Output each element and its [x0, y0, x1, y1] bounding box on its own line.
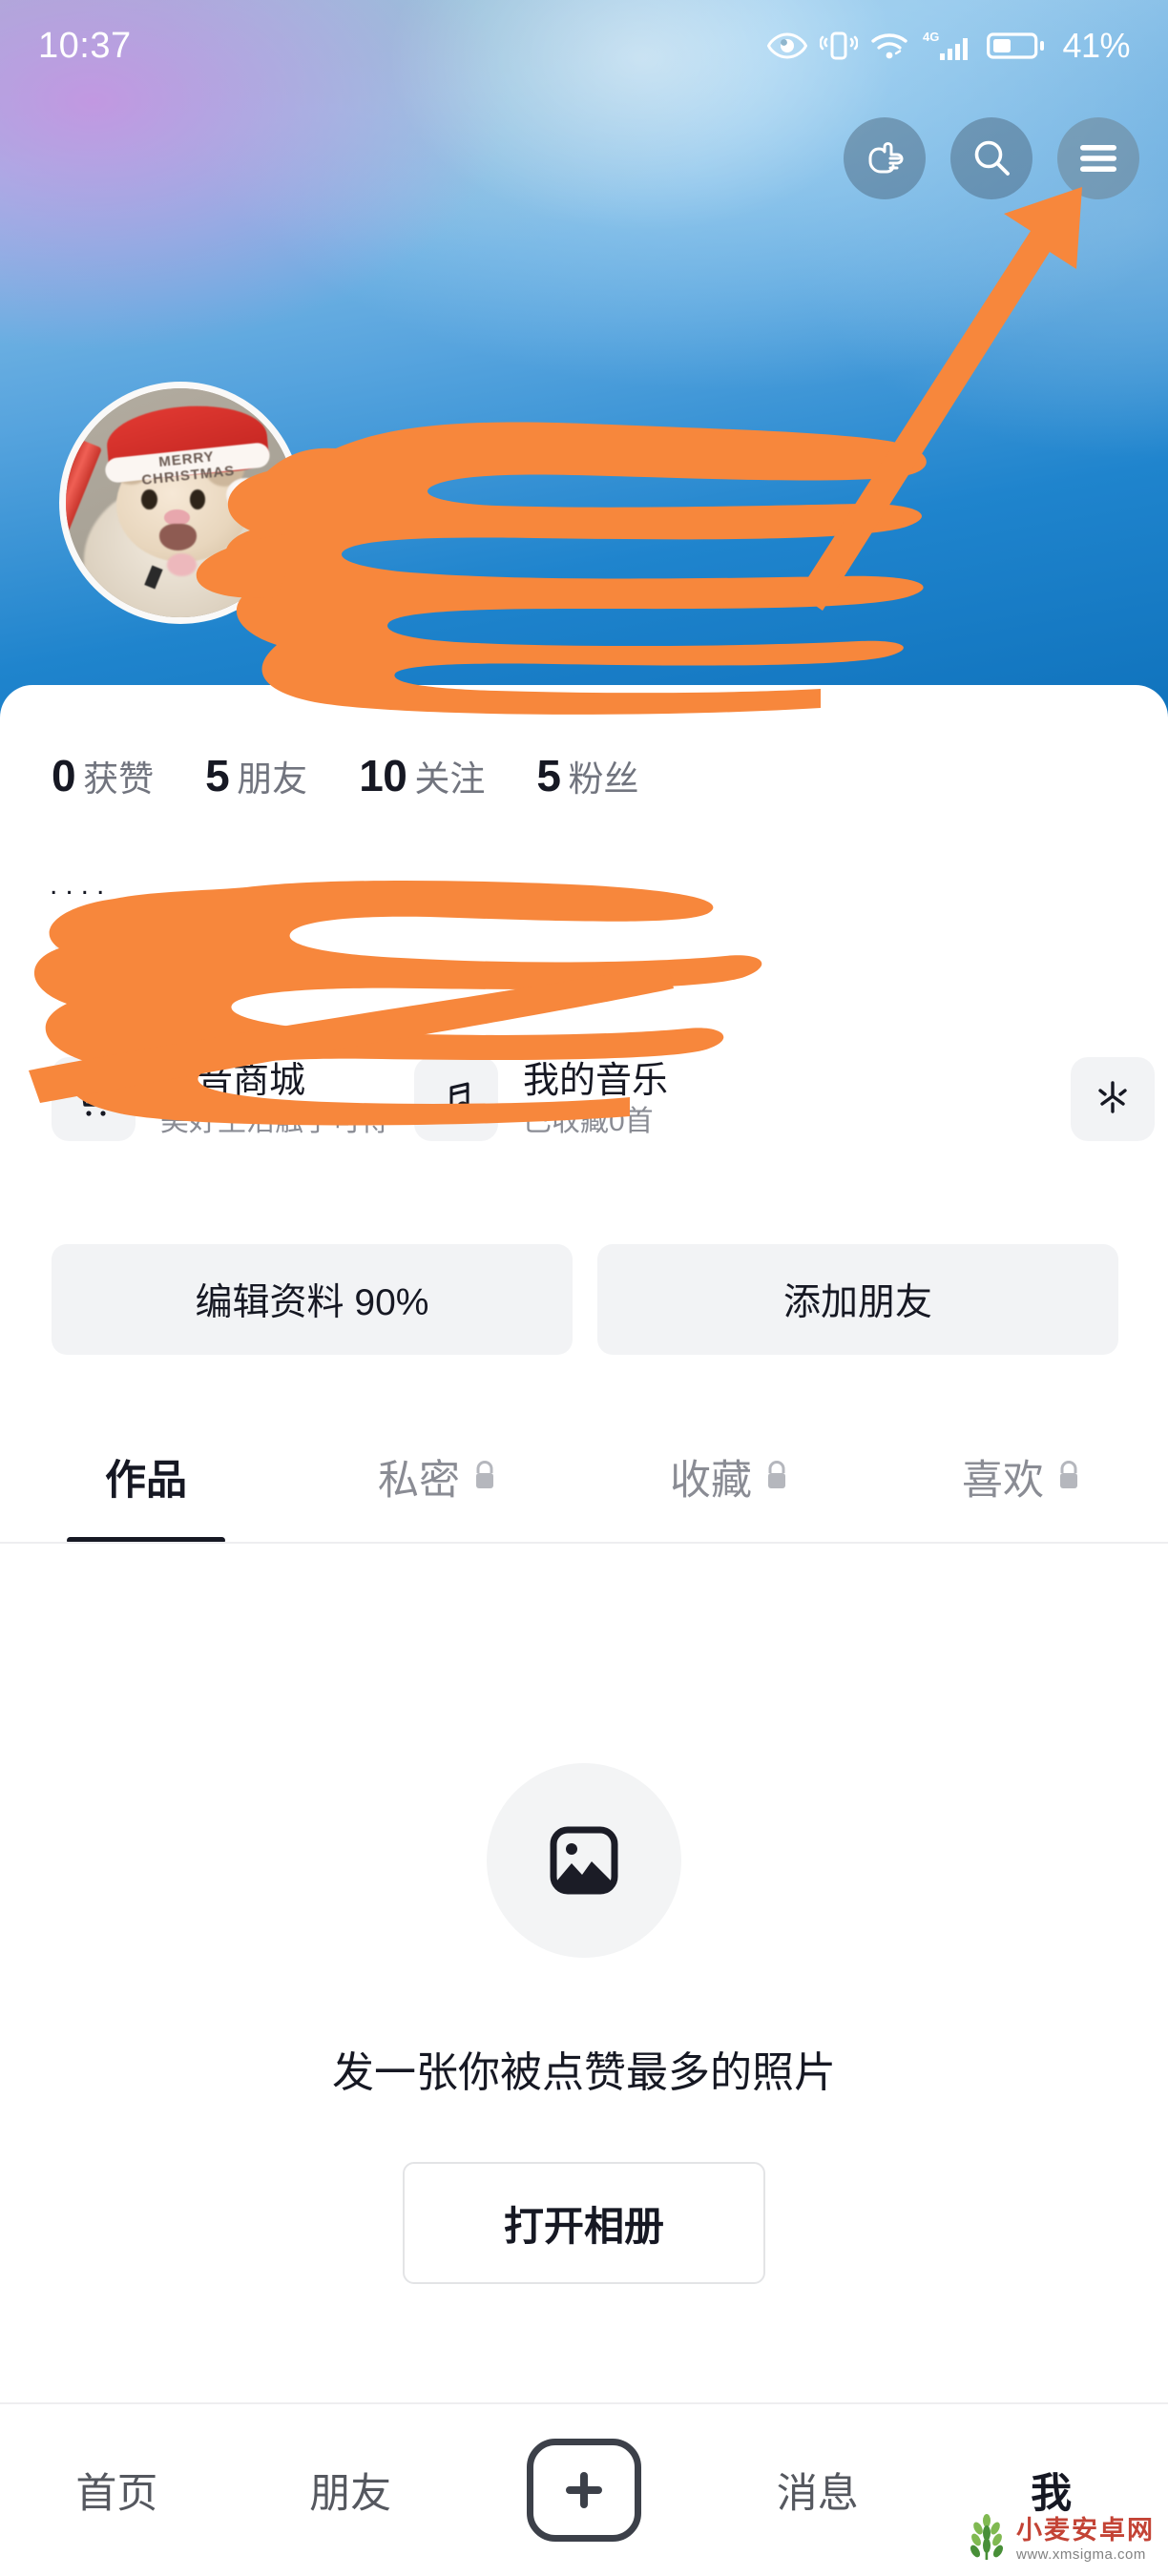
phone-screen: 10:37 4G 41% MERRY CHRISTMAS 0 获赞 5 朋友 1…	[0, 0, 1168, 2576]
tab-label: 私密	[378, 1458, 460, 1504]
stat-following[interactable]: 10 关注	[359, 750, 485, 801]
add-friend-button[interactable]: 添加朋友	[597, 1244, 1118, 1355]
profile-action-buttons: 编辑资料 90% 添加朋友	[52, 1244, 1118, 1355]
nav-item-me[interactable]: 我	[934, 2461, 1168, 2520]
card-subtitle: 美好生活触手可得	[160, 1105, 389, 1137]
nav-label: 首页	[75, 2471, 158, 2517]
stat-friends-label: 朋友	[237, 759, 308, 799]
tab-private[interactable]: 私密	[292, 1410, 584, 1544]
bio-info-chip[interactable]	[55, 925, 271, 992]
tab-label: 作品	[105, 1458, 187, 1504]
sparkle-icon	[1071, 1057, 1155, 1141]
lock-icon	[1055, 1459, 1082, 1496]
music-note-icon	[414, 1057, 498, 1141]
eye-care-icon	[767, 31, 808, 60]
hamburger-menu-button[interactable]	[1057, 117, 1139, 199]
tab-label: 喜欢	[962, 1458, 1044, 1504]
bio-text[interactable]: ....	[50, 871, 112, 900]
plus-icon	[526, 2439, 641, 2542]
watermark-url: www.xmsigma.com	[1016, 2545, 1146, 2563]
stat-friends[interactable]: 5 朋友	[205, 750, 307, 801]
content-tabs: 作品 私密 收藏 喜欢	[0, 1410, 1168, 1544]
status-bar: 10:37 4G 41%	[0, 0, 1168, 92]
shopping-cart-icon	[52, 1057, 136, 1141]
avatar-image: MERRY CHRISTMAS	[66, 388, 295, 617]
header-action-buttons	[844, 117, 1139, 199]
nav-label: 我	[1031, 2471, 1073, 2517]
lock-icon	[763, 1459, 790, 1496]
pointing-hand-icon	[863, 137, 907, 179]
edit-profile-button[interactable]: 编辑资料 90%	[52, 1244, 573, 1355]
nav-item-home[interactable]: 首页	[0, 2461, 234, 2520]
profile-avatar[interactable]: MERRY CHRISTMAS	[59, 382, 302, 624]
card-partial-third[interactable]	[1071, 1057, 1155, 1141]
tab-works[interactable]: 作品	[0, 1410, 292, 1544]
empty-state: 发一张你被点赞最多的照片 打开相册	[0, 1763, 1168, 2284]
tab-liked[interactable]: 喜欢	[876, 1410, 1168, 1544]
hamburger-menu-icon	[1077, 142, 1119, 175]
card-subtitle: 已收藏0首	[523, 1105, 654, 1137]
stat-followers[interactable]: 5 粉丝	[536, 750, 638, 801]
nav-item-create[interactable]	[468, 2439, 701, 2542]
stat-followers-label: 粉丝	[568, 759, 639, 799]
stat-likes-number: 0	[52, 751, 76, 800]
wheat-logo-icon	[965, 2512, 1009, 2566]
profile-content-sheet: 0 获赞 5 朋友 10 关注 5 粉丝 .... 抖音商城 美好生活触手可得 …	[0, 685, 1168, 2576]
status-bar-icons: 4G 41%	[767, 26, 1130, 66]
open-album-button[interactable]: 打开相册	[403, 2162, 765, 2284]
watermark-name: 小麦安卓网	[1016, 2515, 1155, 2545]
wifi-icon	[870, 31, 908, 61]
signal-4g-icon: 4G	[921, 29, 974, 63]
site-watermark: 小麦安卓网 www.xmsigma.com	[965, 2512, 1155, 2566]
tab-label: 收藏	[670, 1458, 752, 1504]
stat-following-number: 10	[359, 751, 407, 800]
shortcut-cards-row: 抖音商城 美好生活触手可得 我的音乐 已收藏0首	[52, 1057, 668, 1141]
card-title: 我的音乐	[523, 1060, 669, 1101]
nav-label: 消息	[776, 2471, 859, 2517]
stat-likes[interactable]: 0 获赞	[52, 750, 154, 801]
search-icon	[970, 137, 1012, 179]
stat-following-label: 关注	[414, 759, 486, 799]
nav-label: 朋友	[309, 2471, 392, 2517]
nav-item-messages[interactable]: 消息	[700, 2461, 934, 2520]
profile-stats-row: 0 获赞 5 朋友 10 关注 5 粉丝	[52, 750, 638, 801]
empty-state-text: 发一张你被点赞最多的照片	[332, 2049, 836, 2096]
tabs-divider	[0, 1542, 1168, 1544]
vibrate-icon	[820, 30, 859, 62]
stat-followers-number: 5	[536, 751, 561, 800]
card-title: 抖音商城	[160, 1060, 306, 1101]
battery-icon	[987, 31, 1046, 61]
stat-likes-label: 获赞	[83, 759, 155, 799]
nav-item-friends[interactable]: 朋友	[234, 2461, 468, 2520]
lock-icon	[471, 1459, 498, 1496]
pointing-hand-button[interactable]	[844, 117, 926, 199]
image-placeholder-icon	[487, 1763, 681, 1958]
card-my-music[interactable]: 我的音乐 已收藏0首	[414, 1057, 668, 1141]
battery-percent: 41%	[1062, 26, 1130, 65]
svg-text:4G: 4G	[923, 30, 939, 44]
tab-favorites[interactable]: 收藏	[584, 1410, 876, 1544]
search-button[interactable]	[950, 117, 1032, 199]
status-time: 10:37	[38, 25, 132, 66]
stat-friends-number: 5	[205, 751, 230, 800]
card-douyin-mall[interactable]: 抖音商城 美好生活触手可得	[52, 1057, 389, 1141]
bio-chip-icon	[92, 946, 115, 971]
